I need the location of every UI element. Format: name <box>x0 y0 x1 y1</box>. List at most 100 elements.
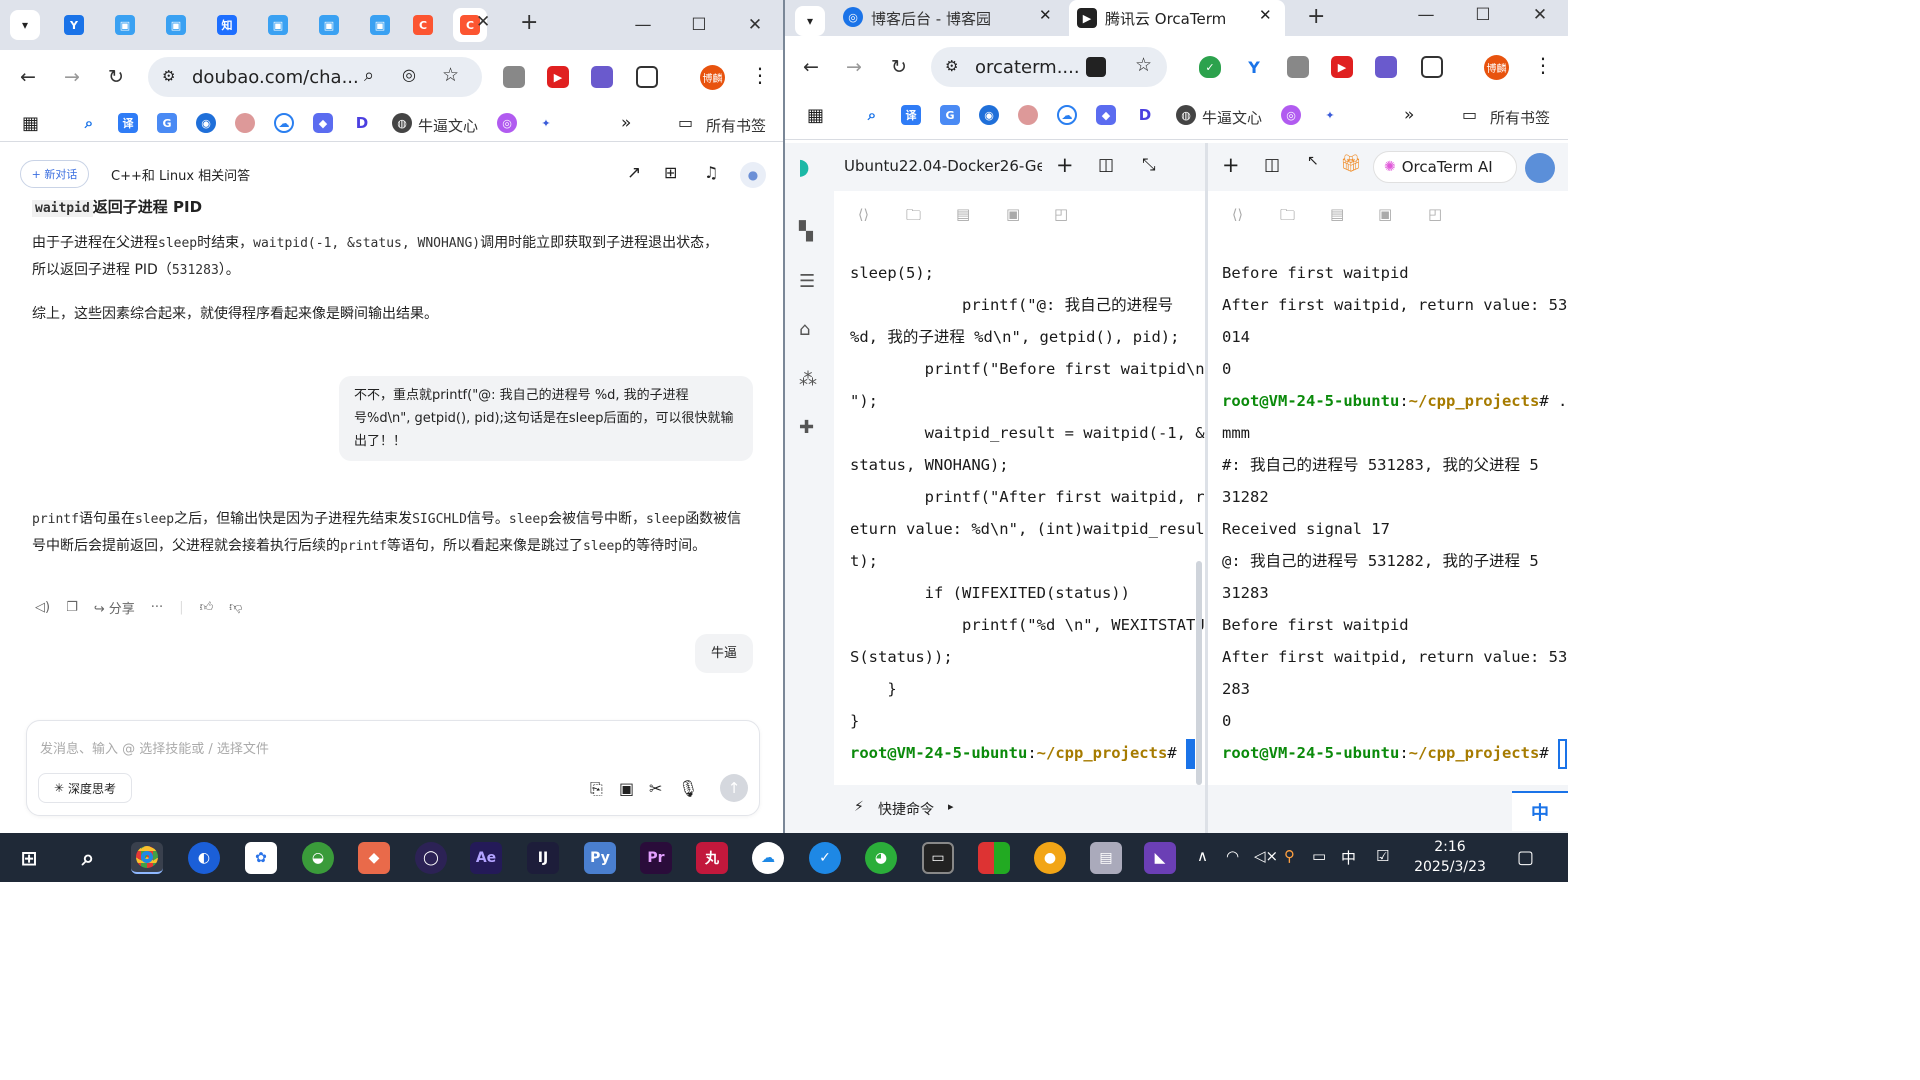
close-window-button[interactable]: ✕ <box>1527 2 1553 28</box>
speaker-icon[interactable]: ◁) <box>35 600 50 615</box>
profile-avatar[interactable]: 博麟 <box>1484 55 1509 80</box>
ext-shield-icon[interactable]: ✓ <box>1199 56 1221 78</box>
terminal-icon[interactable]: ▣ <box>1378 205 1392 223</box>
send-button[interactable]: ↑ <box>720 774 748 802</box>
wifi-icon[interactable]: ◠ <box>1226 847 1239 865</box>
share-icon[interactable]: ↗ <box>627 163 641 183</box>
tab-orcaterm[interactable]: ▶ 腾讯云 OrcaTerm ✕ <box>1069 0 1285 36</box>
sftp-icon[interactable]: 🗀︎ <box>906 205 921 230</box>
menu-dots-icon[interactable]: ⋮ <box>1533 53 1553 77</box>
deep-think-button[interactable]: ✳ 深度思考 <box>38 773 132 803</box>
ext-icon-2[interactable] <box>1375 56 1397 78</box>
tray-chevron-icon[interactable]: ∧ <box>1197 847 1208 865</box>
app-icon-11[interactable]: 丸 <box>696 842 728 874</box>
site-info-icon[interactable]: ⚙ <box>162 67 175 85</box>
profile-avatar[interactable]: 博麟 <box>700 65 725 90</box>
tab-close-icon[interactable]: ✕ <box>1259 6 1272 24</box>
image-icon[interactable]: ▣ <box>619 779 634 798</box>
bm-google-translate-icon[interactable]: G <box>940 105 960 125</box>
new-session-icon[interactable]: + <box>1056 153 1074 177</box>
thumb-down-icon[interactable]: 👎︎ <box>229 600 242 615</box>
bm-google-translate-icon[interactable]: G <box>157 113 177 133</box>
bm-search-icon[interactable]: ⌕ <box>79 113 99 133</box>
collapse-icon[interactable]: ↖ <box>1307 153 1319 169</box>
address-bar[interactable]: ⚙ doubao.com/cha... ⌕ ◎ ☆ <box>148 57 482 97</box>
python-icon[interactable]: Py <box>584 842 616 874</box>
ime-indicator[interactable]: 中 <box>1512 791 1568 831</box>
reload-icon[interactable]: ↻ <box>100 61 132 93</box>
menu-dots-icon[interactable]: ⋮ <box>750 63 770 87</box>
close-window-button[interactable]: ✕ <box>742 12 768 38</box>
tab-4[interactable]: ▣ <box>261 8 295 42</box>
tray-key-icon[interactable]: ⚲ <box>1284 847 1295 865</box>
bm-icon-9[interactable]: ◎ <box>1281 105 1301 125</box>
extensions-icon[interactable] <box>636 66 658 88</box>
tab-5[interactable]: ▣ <box>312 8 346 42</box>
bm-icon-10[interactable]: ✦ <box>536 113 556 133</box>
app-icon-18[interactable]: ▤ <box>1090 842 1122 874</box>
maximize-button[interactable]: ☐ <box>686 12 712 38</box>
star-icon[interactable]: ☆ <box>442 64 459 86</box>
network-icon[interactable]: ⁂ <box>799 369 817 390</box>
search-icon[interactable]: ⌕ <box>72 842 104 874</box>
bm-translate-icon[interactable]: 译 <box>118 113 138 133</box>
apps-grid-icon[interactable]: ▦ <box>807 105 824 126</box>
volume-icon[interactable]: ◁× <box>1254 847 1278 865</box>
app-icon-4[interactable]: ◒ <box>302 842 334 874</box>
bm-globe-icon[interactable]: ◍ <box>1176 105 1196 125</box>
file-icon[interactable]: ▤ <box>1330 205 1344 223</box>
bm-icon-4[interactable]: ◉ <box>979 105 999 125</box>
premiere-icon[interactable]: Pr <box>640 842 672 874</box>
after-effects-icon[interactable]: Ae <box>470 842 502 874</box>
tab-6[interactable]: ▣ <box>363 8 397 42</box>
tab-0[interactable]: Y <box>57 8 91 42</box>
bm-d-icon[interactable]: D <box>352 113 372 133</box>
back-icon[interactable]: ← <box>12 61 44 93</box>
ext-icon-1[interactable] <box>1287 56 1309 78</box>
quick-cmd-label[interactable]: 快捷命令 <box>878 799 934 819</box>
back-icon[interactable]: ← <box>795 51 827 83</box>
app-icon-16[interactable] <box>978 842 1010 874</box>
bm-wenxin[interactable]: 牛逼文心 <box>1202 107 1262 128</box>
new-chat-button[interactable]: + 新对话 <box>20 160 89 188</box>
tab-search-button[interactable]: ▾ <box>10 10 40 40</box>
chat-input-box[interactable]: 发消息、输入 @ 选择技能或 / 选择文件 ✳ 深度思考 ⎘ ▣ ✂ 🎙︎ ↑ <box>26 720 760 816</box>
tab-close-icon[interactable]: ✕ <box>476 12 490 32</box>
visual-studio-icon[interactable]: ◣ <box>1144 842 1176 874</box>
split-icon[interactable]: ◫ <box>1098 155 1114 175</box>
forward-icon[interactable]: → <box>56 61 88 93</box>
server-icon[interactable]: ☰ <box>799 271 815 292</box>
bm-avatar-icon[interactable] <box>235 113 255 133</box>
more-icon[interactable]: ··· <box>151 600 163 615</box>
clock[interactable]: 2:16 2025/3/23 <box>1414 837 1486 877</box>
eye-off-icon[interactable]: ◎ <box>402 65 416 84</box>
eclipse-icon[interactable]: ◯ <box>415 842 447 874</box>
code-icon[interactable]: ⟨⟩ <box>1232 207 1243 223</box>
bm-avatar-icon[interactable] <box>1018 105 1038 125</box>
ext-icon-1[interactable] <box>503 66 525 88</box>
apps-grid-icon[interactable]: ▦ <box>22 113 39 134</box>
terminal-output-right[interactable]: Before first waitpid After first waitpid,… <box>1222 257 1568 769</box>
disk-icon[interactable]: ⌂ <box>799 319 810 340</box>
scissors-icon[interactable]: ✂ <box>649 779 662 798</box>
forward-icon[interactable]: → <box>838 51 870 83</box>
reload-icon[interactable]: ↻ <box>883 51 915 83</box>
bm-cube-icon[interactable]: ◆ <box>313 113 333 133</box>
bm-icon-10[interactable]: ✦ <box>1320 105 1340 125</box>
session-tab[interactable]: Ubuntu22.04-Docker26-Ger <box>844 157 1042 175</box>
terminal-icon[interactable]: ▣ <box>1006 205 1020 223</box>
minimize-button[interactable]: — <box>630 12 656 38</box>
address-bar[interactable]: ⚙ orcaterm.... ☆ <box>931 47 1167 87</box>
tray-check-icon[interactable]: ☑ <box>1376 847 1389 865</box>
extensions-icon[interactable] <box>1421 56 1443 78</box>
copy-icon[interactable]: ❐ <box>66 600 78 615</box>
more-bookmarks-icon[interactable]: » <box>1404 105 1414 125</box>
sftp-icon[interactable]: 🗀︎ <box>1280 205 1295 230</box>
tab-2[interactable]: ▣ <box>159 8 193 42</box>
tab-cnblogs[interactable]: ◎ 博客后台 - 博客园 ✕ <box>833 0 1067 34</box>
all-bookmarks[interactable]: 所有书签 <box>706 115 766 136</box>
start-icon[interactable]: ⊞ <box>13 842 45 874</box>
terminal-output-left[interactable]: sleep(5); printf("@: 我自己的进程号 %d, 我的子进程 %d… <box>850 257 1205 769</box>
bm-icon-4[interactable]: ◉ <box>196 113 216 133</box>
share-action[interactable]: ↪ 分享 <box>94 598 135 617</box>
